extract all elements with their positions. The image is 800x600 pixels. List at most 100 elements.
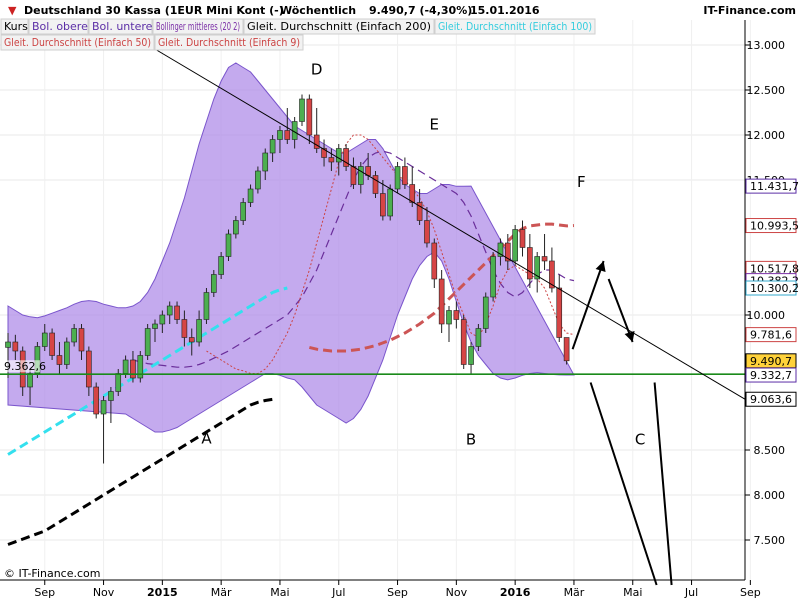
candle-body [174, 305, 180, 320]
y-tick-label: 13.000 [747, 39, 786, 52]
candle-body [563, 337, 570, 362]
y-tick-label: 7.500 [754, 534, 786, 547]
candle-body [277, 130, 283, 140]
candle-body [115, 373, 122, 392]
candle-body [159, 314, 166, 325]
y-tick-label: 10.000 [747, 309, 786, 322]
candle-body [328, 157, 335, 163]
x-tick-label: Mai [623, 586, 642, 599]
legend-item-bol-unteres: Bol. unteres [92, 20, 158, 33]
candle-body [247, 188, 254, 203]
candle-body [144, 328, 151, 356]
wave-label: F [577, 173, 586, 191]
x-tick-label: Sep [387, 586, 408, 599]
legend-item-ma9: Gleit. Durchschnitt (Einfach 9) [158, 36, 300, 49]
candle-body [41, 332, 48, 347]
x-tick-label: Jul [684, 586, 698, 599]
legend-item-ma50: Gleit. Durchschnitt (Einfach 50) [4, 36, 151, 49]
candle-body [541, 256, 548, 262]
candle-body [196, 319, 202, 343]
price-label: 9.781,6 [750, 329, 792, 342]
chart-period: Wöchentlich [280, 4, 356, 17]
support-label: 9.362,6 [4, 360, 46, 373]
candle-body [284, 130, 291, 140]
candle-body [64, 341, 70, 365]
x-tick-label: Mär [211, 586, 232, 599]
price-label: 11.431,7 [750, 180, 799, 193]
wave-label: E [430, 116, 439, 134]
x-tick-label: Nov [93, 586, 115, 599]
chart-quote: 9.490,7 (-4,30%) [369, 4, 472, 17]
candle-body [152, 323, 158, 329]
chart-date: 15.01.2016 [470, 4, 540, 17]
candle-body [78, 328, 85, 352]
legend-item-ma100: Gleit. Durchschnitt (Einfach 100) [438, 20, 592, 33]
y-tick-label: 12.000 [747, 129, 786, 142]
candle-body [225, 233, 232, 257]
candle-body [394, 166, 401, 190]
candle-body [446, 310, 452, 325]
candle-body [350, 166, 357, 185]
brand-name: IT-Finance.com [703, 4, 796, 17]
x-tick-label: Sep [34, 586, 55, 599]
candle-body [556, 287, 563, 338]
candle-body [203, 292, 210, 320]
price-label: 9.332,7 [750, 369, 792, 382]
chart-canvas: 9.362,6ABCDEF 13.00012.50012.00011.50010… [0, 0, 800, 600]
candle-body [100, 400, 107, 415]
candle-body [409, 184, 416, 203]
candle-body [372, 175, 379, 194]
candle-body [299, 98, 305, 122]
candle-body [482, 296, 489, 329]
x-tick-label: 2016 [500, 586, 531, 599]
candle-body [240, 202, 246, 221]
candle-body [431, 242, 438, 280]
candle-body [49, 332, 55, 356]
candle-body [380, 193, 386, 217]
y-tick-label: 8.500 [754, 444, 786, 457]
candle-body [438, 278, 445, 325]
candle-body [475, 328, 482, 347]
candle-body [269, 139, 276, 154]
candle-body [490, 256, 496, 298]
wave-label: B [466, 431, 476, 449]
x-tick-label: Mär [564, 586, 585, 599]
price-label: 9.063,6 [750, 393, 792, 406]
candle-body [357, 166, 364, 185]
candle-body [460, 319, 467, 365]
candle-body [27, 373, 33, 388]
candle-body [5, 341, 11, 348]
price-label: 9.490,7 [750, 355, 792, 368]
wave-label: A [201, 430, 212, 448]
wave-label: D [311, 61, 323, 79]
candle-body [122, 359, 129, 374]
candle-body [93, 386, 99, 415]
candle-body [218, 256, 224, 275]
x-tick-label: Nov [446, 586, 468, 599]
x-tick-label: Sep [740, 586, 761, 599]
candle-body [71, 328, 77, 343]
candle-body [262, 152, 269, 172]
candle-body [468, 346, 474, 365]
candle-body [306, 98, 313, 136]
chart-title: Deutschland 30 Kassa (1EUR Mini Kont (-) [24, 4, 284, 17]
candle-body [453, 310, 460, 320]
x-tick-label: Mai [270, 586, 289, 599]
copyright-text: © IT-Finance.com [4, 567, 101, 580]
y-tick-label: 8.000 [754, 489, 786, 502]
wave-label: C [635, 431, 645, 449]
candle-body [130, 359, 136, 379]
x-tick-label: Jul [331, 586, 345, 599]
candle-body [402, 166, 408, 185]
legend-item-kurs: Kurs [4, 20, 28, 33]
candle-body [424, 220, 430, 244]
price-label: 10.300,2 [750, 282, 799, 295]
candle-body [188, 337, 195, 343]
candle-body [519, 229, 526, 248]
candle-body [12, 341, 19, 352]
legend-item-bol-oberes: Bol. oberes [32, 20, 94, 33]
candle-body [211, 274, 217, 293]
candle-body [233, 220, 239, 235]
legend-item-bollinger: Bollinger mittleres (20 2) [156, 20, 240, 33]
candle-body [108, 391, 114, 401]
